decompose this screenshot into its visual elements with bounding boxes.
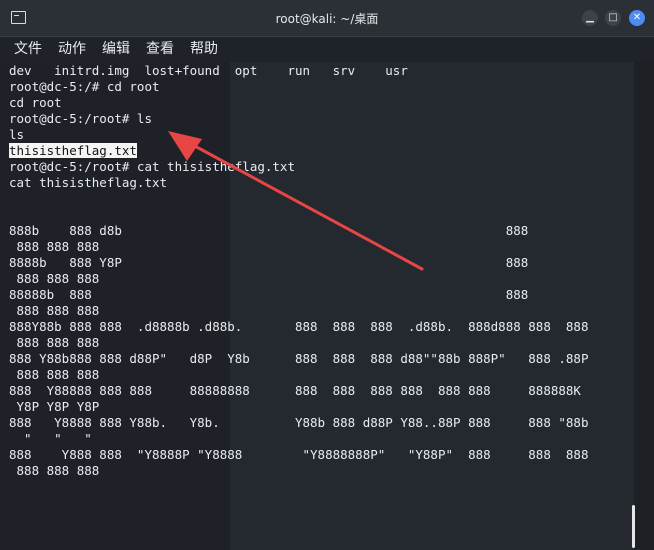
- arrow-annotation: [168, 131, 424, 271]
